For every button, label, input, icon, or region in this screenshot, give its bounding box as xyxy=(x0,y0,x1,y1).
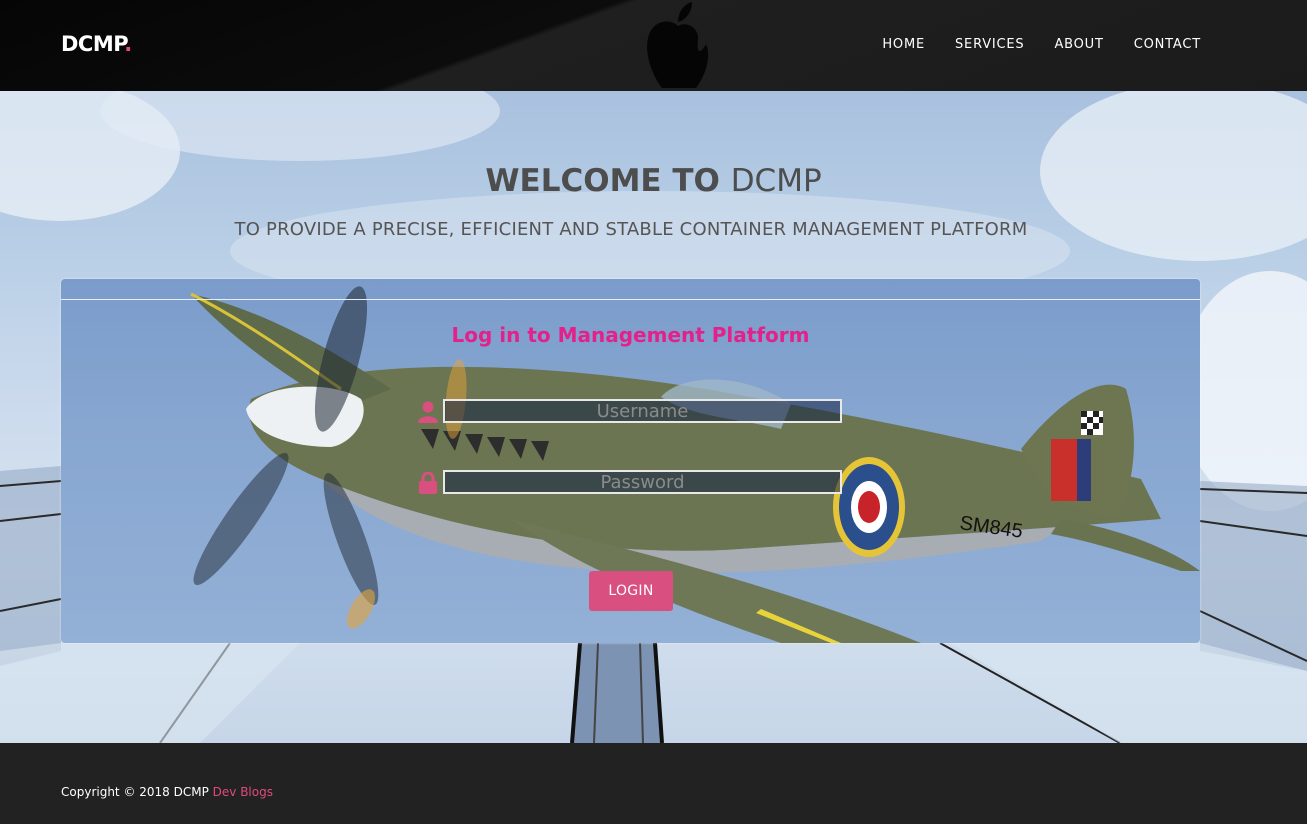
password-input[interactable] xyxy=(443,470,842,494)
tagline: TO PROVIDE A PRECISE, EFFICIENT AND STAB… xyxy=(234,219,1028,240)
main-nav: HOME SERVICES ABOUT CONTACT xyxy=(882,37,1201,52)
login-title: Log in to Management Platform xyxy=(451,323,810,347)
welcome-heading: WELCOME TO DCMP xyxy=(485,163,822,199)
apple-icon xyxy=(647,2,709,88)
user-icon xyxy=(418,401,438,423)
copyright-text: Copyright © 2018 DCMP Dev Blogs xyxy=(61,785,273,799)
hero-section: WELCOME TO DCMP TO PROVIDE A PRECISE, EF… xyxy=(0,91,1307,743)
dev-blogs-link[interactable]: Dev Blogs xyxy=(213,785,273,799)
panel-divider xyxy=(61,299,1200,300)
navbar: DCMP. HOME SERVICES ABOUT CONTACT xyxy=(0,0,1307,91)
nav-services[interactable]: SERVICES xyxy=(955,37,1024,52)
nav-contact[interactable]: CONTACT xyxy=(1134,37,1201,52)
login-button[interactable]: LOGIN xyxy=(589,571,673,611)
login-panel: SM845 Log in to Management Platform LOGI… xyxy=(61,279,1200,643)
nav-about[interactable]: ABOUT xyxy=(1054,37,1103,52)
lock-icon xyxy=(419,472,437,494)
footer: Copyright © 2018 DCMP Dev Blogs xyxy=(0,743,1307,824)
nav-home[interactable]: HOME xyxy=(882,37,925,52)
brand-logo[interactable]: DCMP. xyxy=(61,32,132,56)
username-input[interactable] xyxy=(443,399,842,423)
